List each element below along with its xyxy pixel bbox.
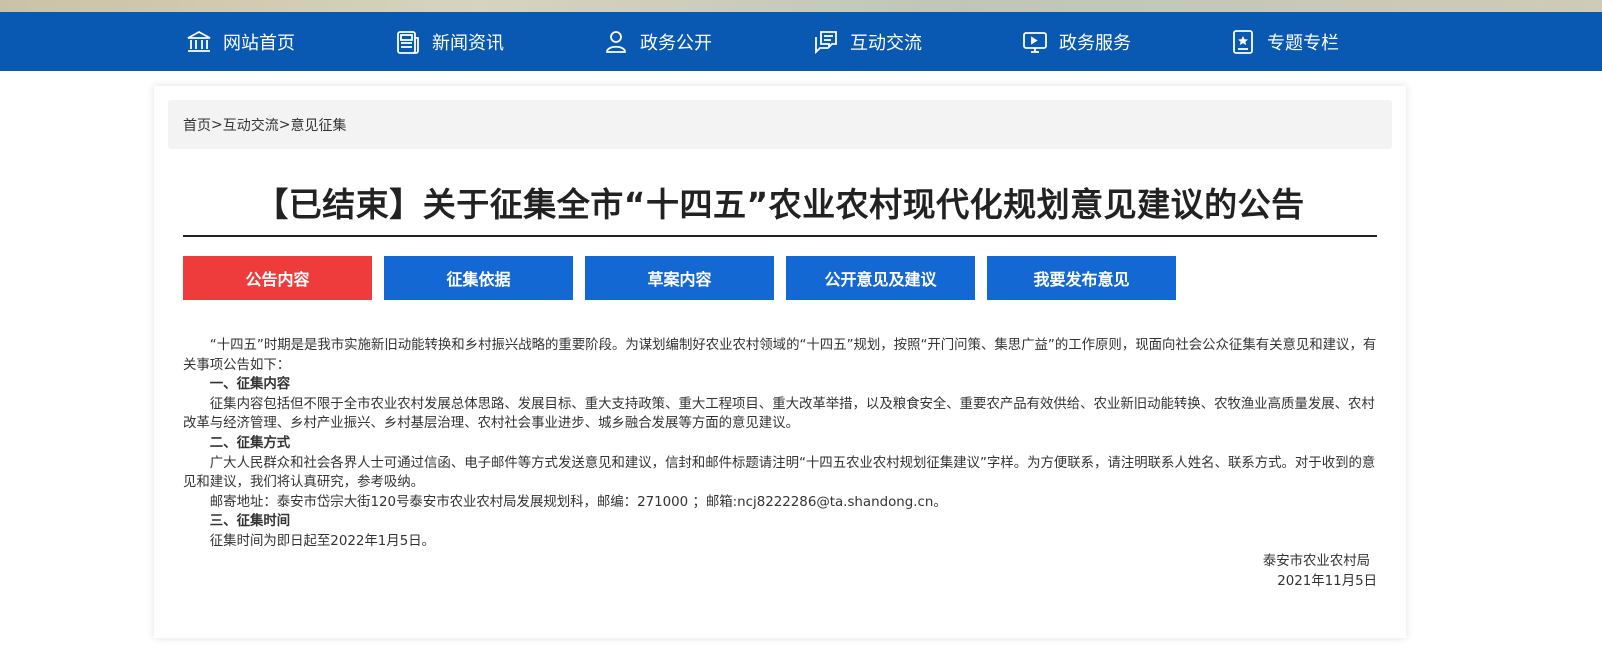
paragraph-time: 征集时间为即日起至2022年1月5日。 xyxy=(209,533,435,549)
title-divider xyxy=(183,235,1377,237)
nav-item-home[interactable]: 网站首页 xyxy=(185,12,295,71)
paragraph-method: 广大人民群众和社会各界人士可通过信函、电子邮件等方式发送意见和建议，信封和邮件标… xyxy=(183,455,1376,491)
nav-item-services[interactable]: 政务服务 xyxy=(1021,12,1131,71)
breadcrumb-home[interactable]: 首页 xyxy=(183,115,211,135)
article-container: 首页 > 互动交流 > 意见征集 【已结束】关于征集全市“十四五”农业农村现代化… xyxy=(154,86,1406,638)
section-heading-time: 三、征集时间 xyxy=(209,514,291,530)
news-icon xyxy=(397,30,419,54)
nav-label-home: 网站首页 xyxy=(223,32,295,54)
person-icon xyxy=(606,30,626,53)
nav-item-topics[interactable]: 专题专栏 xyxy=(1229,12,1339,71)
breadcrumb: 首页 > 互动交流 > 意见征集 xyxy=(168,100,1392,149)
bank-icon xyxy=(187,30,211,52)
chat-icon xyxy=(815,30,837,54)
nav-label-gov-open: 政务公开 xyxy=(640,32,712,54)
tab-submit-opinion[interactable]: 我要发布意见 xyxy=(987,256,1176,300)
breadcrumb-separator: > xyxy=(278,116,291,133)
section-heading-content: 一、征集内容 xyxy=(209,377,291,393)
nav-label-interaction: 互动交流 xyxy=(850,32,922,54)
paragraph-address: 邮寄地址：泰安市岱宗大街120号泰安市农业农村局发展规划科，邮编：271000 … xyxy=(209,494,947,510)
signature-org: 泰安市农业农村局 xyxy=(1262,554,1370,569)
nav-label-topics: 专题专栏 xyxy=(1267,32,1339,54)
tab-draft[interactable]: 草案内容 xyxy=(585,256,774,300)
signature-date: 2021年11月5日 xyxy=(1277,573,1377,589)
main-navbar: 网站首页 新闻资讯 政务公开 互动交流 政务服务 专题专栏 xyxy=(0,12,1602,71)
tab-basis[interactable]: 征集依据 xyxy=(384,256,573,300)
nav-label-news: 新闻资讯 xyxy=(432,32,504,54)
monitor-icon xyxy=(1023,31,1047,53)
page-title: 【已结束】关于征集全市“十四五”农业农村现代化规划意见建议的公告 xyxy=(255,185,1305,224)
breadcrumb-current[interactable]: 意见征集 xyxy=(290,115,346,135)
breadcrumb-separator: > xyxy=(211,116,223,133)
nav-item-news[interactable]: 新闻资讯 xyxy=(394,12,504,71)
signature-block: 泰安市农业农村局 2021年11月5日 xyxy=(1263,552,1377,591)
nav-item-interaction[interactable]: 互动交流 xyxy=(812,12,922,71)
top-banner-image xyxy=(0,0,1602,12)
tab-announcement[interactable]: 公告内容 xyxy=(183,256,372,300)
nav-item-gov-open[interactable]: 政务公开 xyxy=(602,12,712,71)
paragraph-content: 征集内容包括但不限于全市农业农村发展总体思路、发展目标、重大支持政策、重大工程项… xyxy=(183,396,1375,432)
section-heading-method: 二、征集方式 xyxy=(209,435,291,451)
star-book-icon xyxy=(1233,29,1253,54)
nav-label-services: 政务服务 xyxy=(1059,32,1131,54)
tab-public-opinions[interactable]: 公开意见及建议 xyxy=(786,256,975,300)
paragraph-intro: “十四五”时期是是我市实施新旧动能转换和乡村振兴战略的重要阶段。为谋划编制好农业… xyxy=(183,338,1377,373)
breadcrumb-section[interactable]: 互动交流 xyxy=(223,115,279,135)
announcement-body: “十四五”时期是是我市实施新旧动能转换和乡村振兴战略的重要阶段。为谋划编制好农业… xyxy=(183,336,1377,552)
